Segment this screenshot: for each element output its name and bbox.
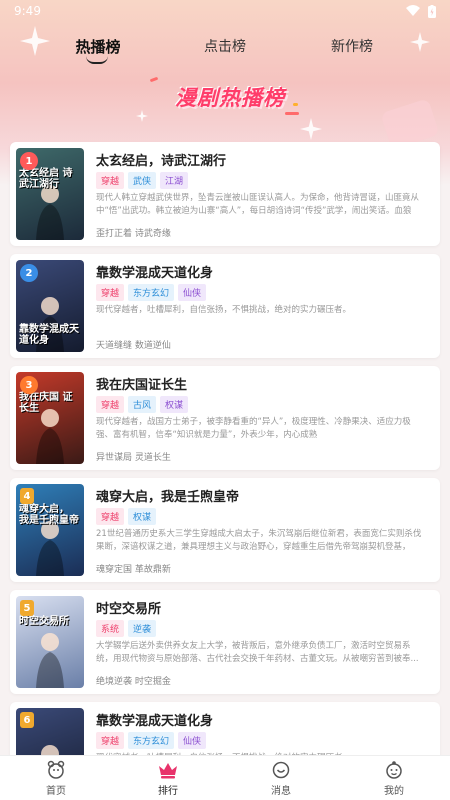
- item-description: 现代穿越者，战国方士弟子，被李静看重的“异人”，极度理性、冷静果决、适应力极强、…: [96, 417, 411, 440]
- ranking-item[interactable]: 魂穿大启， 我是壬煦皇帝 4 魂穿大启，我是壬煦皇帝 穿越 权谋 21世纪普通历史系大三学…: [10, 478, 440, 582]
- cover-image: 时空交易所 5: [16, 596, 84, 688]
- tabbar-messages[interactable]: 消息: [251, 760, 311, 797]
- tag-list: 系统 逆袭: [96, 620, 157, 637]
- profile-icon: [386, 761, 402, 779]
- sparkle-icon: [136, 110, 148, 122]
- active-tab-indicator: [86, 56, 108, 64]
- rank-badge: 2: [20, 264, 38, 282]
- wifi-icon: [406, 5, 420, 16]
- banner-title: 漫剧热播榜: [175, 86, 285, 110]
- rank-badge: 4: [20, 488, 34, 504]
- tab-hot[interactable]: 热播榜: [58, 36, 138, 64]
- genre-tag: 穿越: [96, 508, 125, 525]
- ranking-tabs: 热播榜 点击榜 新作榜: [0, 36, 450, 66]
- status-time: 9:49: [14, 4, 41, 18]
- cover-title: 靠数学混成天道化身: [19, 324, 79, 346]
- item-keywords: 天道缝缝 数道逆仙: [96, 341, 171, 351]
- rank-badge: 6: [20, 712, 34, 728]
- cover-title: 太玄经启 诗武江湖行: [19, 168, 73, 190]
- ranking-item[interactable]: 时空交易所 5 时空交易所 系统 逆袭 大学辍学后送外卖供养女友上大学，被背叛后，意外继承…: [10, 590, 440, 694]
- genre-tag: 仙侠: [178, 284, 207, 301]
- ranking-item[interactable]: 太玄经启 诗武江湖行 1 太玄经启，诗武江湖行 穿越 武侠 江湖现代人韩立穿越武侠世界，坠…: [10, 142, 440, 246]
- item-title: 魂穿大启，我是壬煦皇帝: [96, 490, 240, 505]
- genre-tag: 系统: [96, 620, 125, 637]
- battery-icon: [428, 4, 436, 18]
- genre-tag: 东方玄幻: [128, 732, 175, 749]
- item-keywords: 歪打正着 诗武奇缘: [96, 229, 171, 239]
- tag-list: 穿越 东方玄幻 仙侠: [96, 732, 207, 749]
- home-icon: [47, 760, 65, 779]
- item-title: 太玄经启，诗武江湖行: [96, 154, 227, 169]
- item-description: 现代穿越者，吐槽犀利，自信张扬，不惧挑战，绝对的实力碾压者。: [96, 305, 352, 315]
- crown-icon: [159, 763, 177, 779]
- tabbar-home[interactable]: 首页: [26, 760, 86, 797]
- item-description: 现代人韩立穿越武侠世界，坠青云崖被山匪误认高人。为保命，他背诗冒诞，山匪竟从中“…: [96, 193, 420, 216]
- ranking-item[interactable]: 我在庆国 证长生 3 我在庆国证长生 穿越 古风 权谋现代穿越者，战国方士弟子，被李静看重…: [10, 366, 440, 470]
- item-title: 靠数学混成天道化身: [96, 714, 214, 729]
- status-bar: 9:49: [0, 0, 450, 22]
- genre-tag: 仙侠: [178, 732, 207, 749]
- genre-tag: 穿越: [96, 284, 125, 301]
- genre-tag: 古风: [128, 396, 157, 413]
- tab-label: 点击榜: [204, 39, 246, 55]
- rank-badge: 3: [20, 376, 38, 394]
- genre-tag: 逆袭: [128, 620, 157, 637]
- tab-new[interactable]: 新作榜: [312, 36, 392, 56]
- cover-image: 靠数学混成天道化身 2: [16, 260, 84, 352]
- tag-list: 穿越 武侠 江湖: [96, 172, 189, 189]
- tab-clicks[interactable]: 点击榜: [185, 36, 265, 56]
- tab-label: 新作榜: [331, 39, 373, 55]
- cover-title: 我在庆国 证长生: [19, 392, 73, 414]
- message-icon: [272, 761, 290, 779]
- tag-list: 穿越 东方玄幻 仙侠: [96, 284, 207, 301]
- ranking-banner: 漫剧热播榜: [150, 82, 310, 116]
- tag-list: 穿越 权谋: [96, 508, 157, 525]
- item-description: 21世纪普通历史系大三学生穿越成大启太子，朱沉驾崩后继位新君，表面宽仁实则杀伐果…: [96, 529, 422, 552]
- sparkle-icon: [300, 118, 322, 140]
- rank-badge: 1: [20, 152, 38, 170]
- genre-tag: 权谋: [128, 508, 157, 525]
- tabbar-label: 消息: [271, 786, 291, 797]
- genre-tag: 穿越: [96, 732, 125, 749]
- ranking-item[interactable]: 靠数学混成天道化身 2 靠数学混成天道化身 穿越 东方玄幻 仙侠 现代穿越者，吐槽犀利，自信…: [10, 254, 440, 358]
- tabbar-label: 排行: [158, 786, 178, 797]
- genre-tag: 权谋: [160, 396, 189, 413]
- item-title: 靠数学混成天道化身: [96, 266, 214, 281]
- bottom-tab-bar: 首页 排行 消息 我的: [0, 755, 450, 800]
- genre-tag: 穿越: [96, 172, 125, 189]
- item-title: 我在庆国证长生: [96, 378, 188, 393]
- item-keywords: 绝境逆袭 时空掘金: [96, 677, 171, 687]
- tag-list: 穿越 古风 权谋: [96, 396, 189, 413]
- tabbar-label: 我的: [384, 786, 404, 797]
- tabbar-label: 首页: [46, 786, 66, 797]
- genre-tag: 江湖: [160, 172, 189, 189]
- tab-label: 热播榜: [75, 38, 121, 56]
- cover-image: 我在庆国 证长生 3: [16, 372, 84, 464]
- cover-image: 太玄经启 诗武江湖行 1: [16, 148, 84, 240]
- genre-tag: 东方玄幻: [128, 284, 175, 301]
- genre-tag: 穿越: [96, 396, 125, 413]
- tabbar-ranking[interactable]: 排行: [138, 760, 198, 797]
- cover-title: 时空交易所: [19, 616, 69, 627]
- item-description: 大学辍学后送外卖供养女友上大学，被背叛后，意外继承负债工厂，激活时空贸易系统，用…: [96, 641, 419, 664]
- tabbar-profile[interactable]: 我的: [364, 760, 424, 797]
- cover-title: 魂穿大启， 我是壬煦皇帝: [19, 504, 79, 526]
- cover-image: 魂穿大启， 我是壬煦皇帝 4: [16, 484, 84, 576]
- genre-tag: 武侠: [128, 172, 157, 189]
- banner-decoration: [285, 112, 299, 115]
- banner-decoration: [293, 103, 298, 106]
- item-title: 时空交易所: [96, 602, 162, 617]
- item-keywords: 异世谋局 灵道长生: [96, 453, 171, 463]
- rank-badge: 5: [20, 600, 34, 616]
- item-keywords: 魂穿定国 革故鼎新: [96, 565, 171, 575]
